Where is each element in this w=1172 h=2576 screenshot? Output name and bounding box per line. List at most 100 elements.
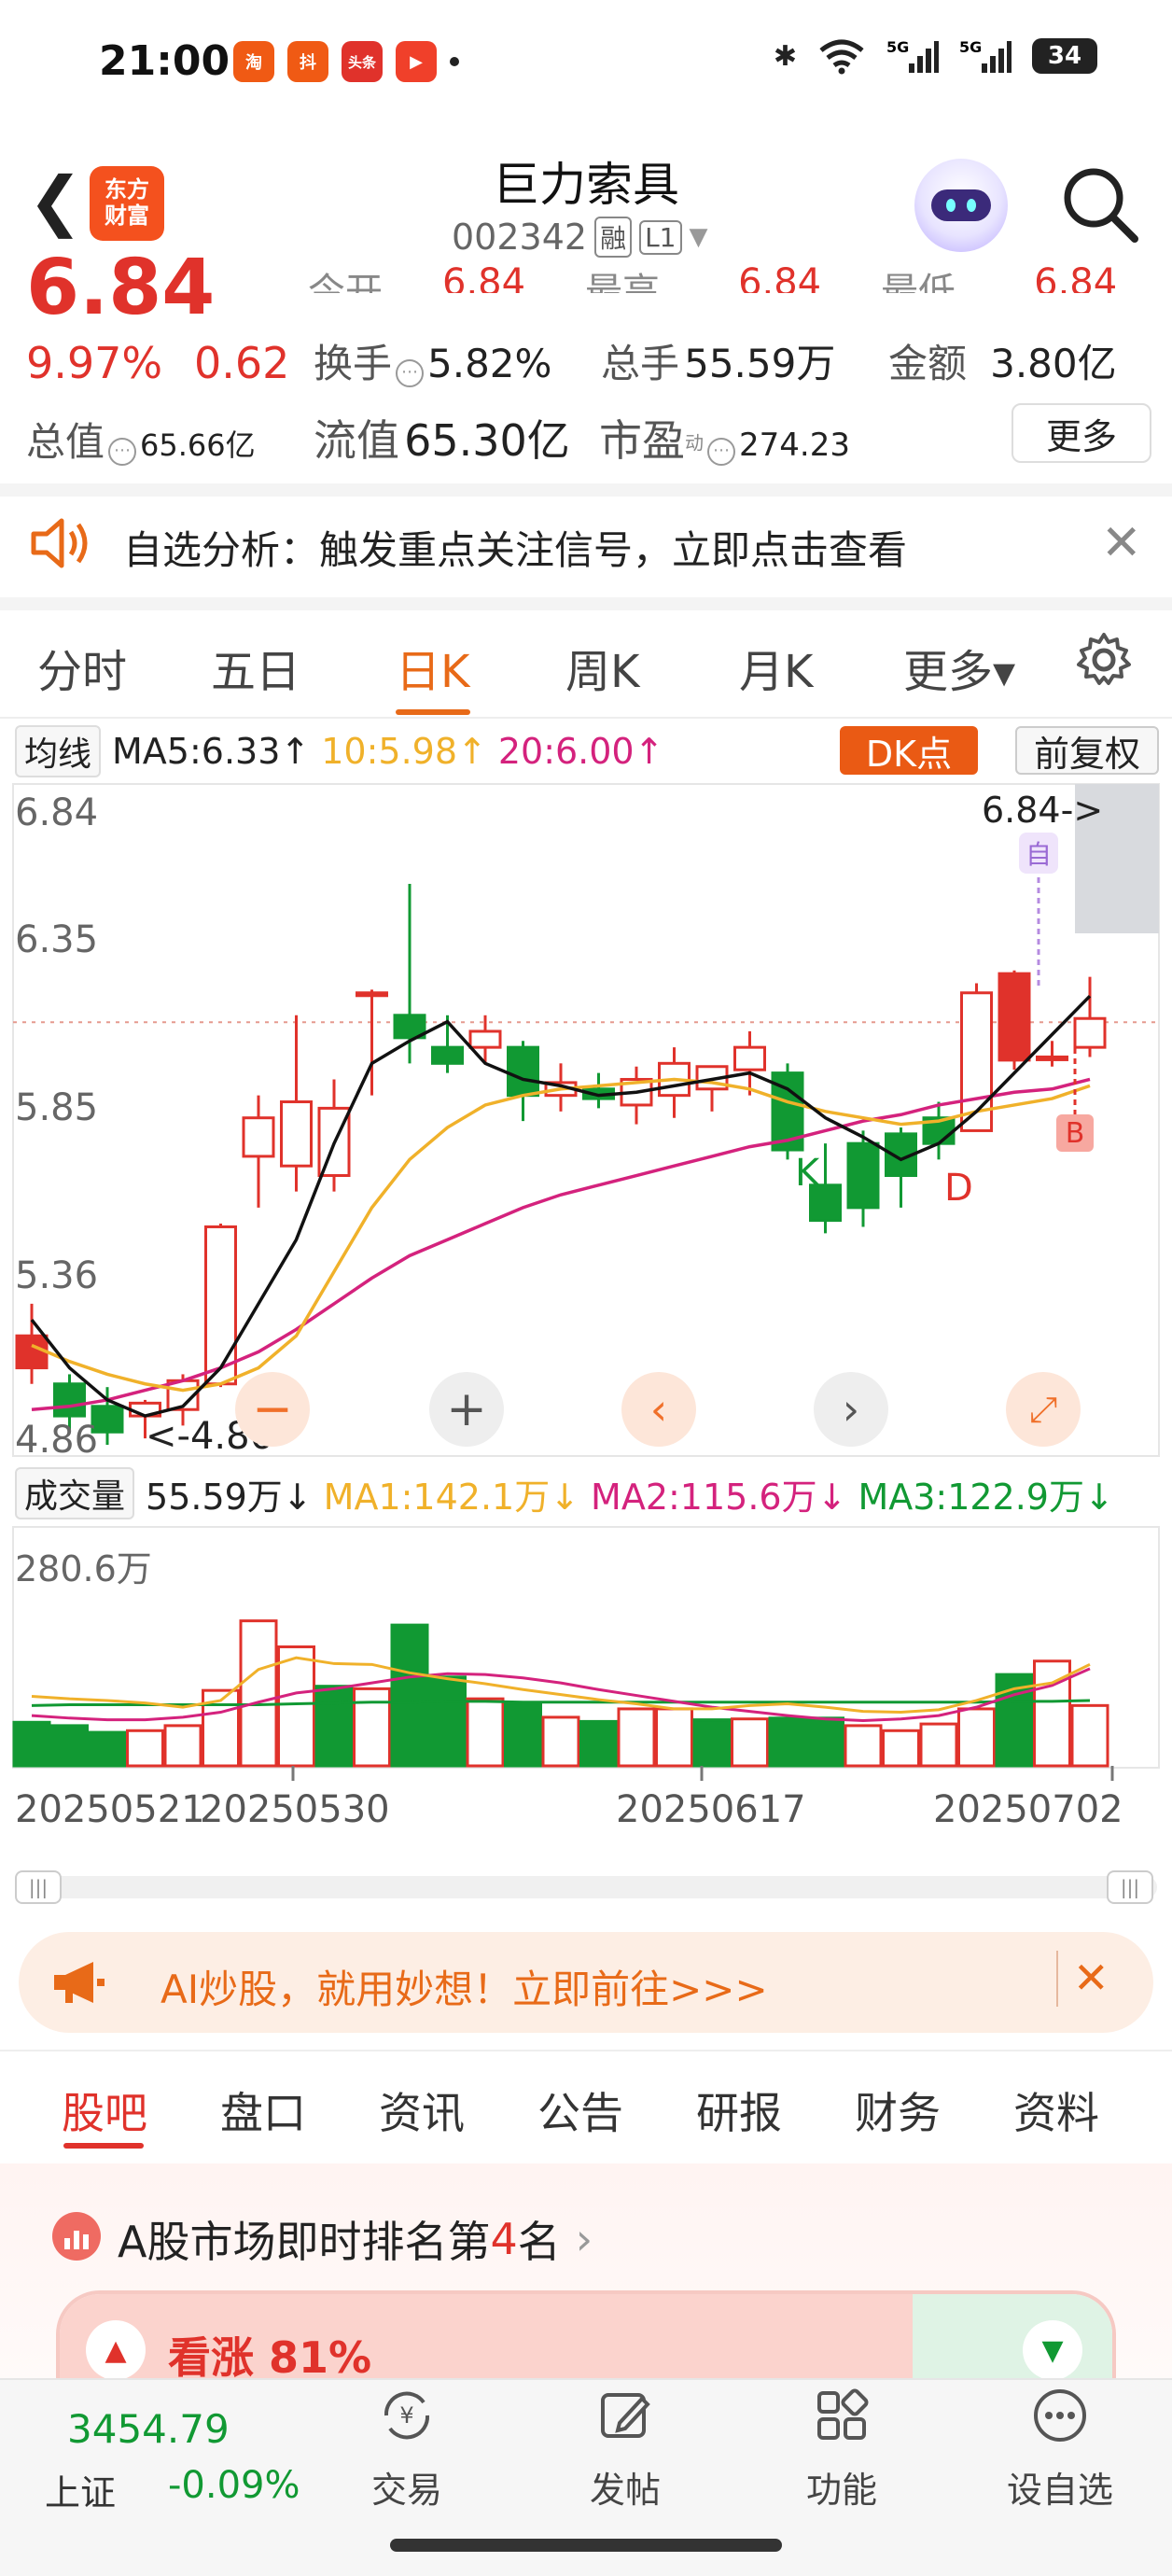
k-signal-label: K	[795, 1152, 820, 1195]
bar-chart-icon	[52, 2212, 101, 2261]
active-news-tab-indicator	[63, 2143, 144, 2149]
y-label-top: 6.84	[15, 791, 99, 834]
chevron-right-icon: ›	[575, 2214, 593, 2264]
ranking-row[interactable]: A股市场即时排名第 4 名 ›	[118, 2208, 593, 2270]
volume-bar	[126, 1729, 164, 1768]
scroll-right-button[interactable]: ›	[814, 1372, 888, 1447]
d-signal-label: D	[944, 1167, 973, 1210]
volume-bar	[579, 1719, 618, 1768]
volume-bar	[919, 1722, 958, 1768]
svg-text:¥: ¥	[399, 2402, 413, 2429]
volume-bar	[504, 1701, 542, 1768]
y-label-bottom: 4.86	[15, 1419, 99, 1462]
index-name[interactable]: 上证	[45, 2464, 116, 2515]
volume-bar	[768, 1716, 807, 1768]
date-label: 20250702	[933, 1788, 1123, 1831]
bullish-label: 看涨 81%	[168, 2332, 372, 2383]
zoom-in-button[interactable]: +	[429, 1372, 504, 1447]
home-indicator	[390, 2539, 782, 2552]
tab-announcements[interactable]: 公告	[537, 2079, 623, 2141]
volume-bar	[390, 1623, 429, 1768]
nav-post[interactable]: 发帖	[551, 2386, 700, 2513]
volume-indicator-select[interactable]: 成交量	[15, 1467, 135, 1519]
nav-functions-label: 功能	[805, 2470, 877, 2511]
tab-profile[interactable]: 资料	[1013, 2079, 1099, 2141]
zoom-out-button[interactable]: −	[235, 1372, 310, 1447]
ranking-suffix: 名	[517, 2217, 561, 2267]
tab-research[interactable]: 研报	[696, 2079, 782, 2141]
volume-bar	[541, 1715, 580, 1768]
volume-bar	[428, 1675, 467, 1768]
ranking-number: 4	[490, 2214, 518, 2264]
volume-bar	[353, 1687, 391, 1768]
divider	[0, 2050, 1172, 2051]
ma5-line	[30, 994, 1092, 1418]
bearish-arrow-icon[interactable]: ▼	[1023, 2320, 1082, 2380]
tab-financials[interactable]: 财务	[855, 2079, 941, 2141]
volume-bar	[466, 1697, 505, 1768]
tab-pankou[interactable]: 盘口	[220, 2079, 306, 2141]
nav-add-watchlist[interactable]: 设自选	[985, 2386, 1135, 2513]
volume-bar	[692, 1718, 732, 1768]
tab-news[interactable]: 资讯	[379, 2079, 465, 2141]
bullish-arrow-icon[interactable]: ▲	[86, 2320, 146, 2380]
date-label: 20250617	[616, 1788, 806, 1831]
volume-bar	[882, 1729, 920, 1768]
volume-bar	[655, 1707, 693, 1768]
nav-add-watchlist-label: 设自选	[1006, 2470, 1113, 2511]
candle-body	[204, 1225, 237, 1386]
volume-bar	[277, 1645, 315, 1768]
b-signal-marker[interactable]: B	[1056, 1114, 1094, 1152]
scroll-left-button[interactable]: ‹	[621, 1372, 696, 1447]
kline-chart[interactable]	[0, 0, 1172, 1867]
ranking-prefix: A股市场即时排名第	[118, 2217, 491, 2267]
sentiment-down-fill	[912, 2294, 1112, 2378]
date-label: 20250521	[15, 1788, 205, 1831]
index-value[interactable]: 3454.79	[67, 2406, 230, 2452]
nav-functions[interactable]: 功能	[767, 2386, 916, 2513]
megaphone-icon	[54, 1962, 105, 2003]
volume-bar	[314, 1685, 354, 1768]
volume-bar	[617, 1707, 656, 1768]
range-handle-left[interactable]: |||	[15, 1870, 62, 1904]
candle-body	[356, 991, 388, 998]
tab-guba[interactable]: 股吧	[62, 2079, 147, 2141]
vol-ma3: MA3:122.9万↓	[858, 1476, 1114, 1518]
range-handle-right[interactable]: |||	[1107, 1870, 1153, 1904]
nav-post-label: 发帖	[589, 2470, 661, 2511]
nav-trade[interactable]: ¥ 交易	[332, 2386, 481, 2513]
candle-body	[998, 972, 1031, 1062]
volume-bar	[731, 1717, 769, 1768]
candle-body	[242, 1116, 275, 1158]
self-signal-marker[interactable]: 自	[1019, 833, 1058, 874]
volume-bar	[844, 1724, 883, 1768]
max-price-label: 6.84->	[982, 790, 1104, 831]
volume-current: 55.59万↓	[146, 1476, 313, 1518]
volume-bar	[239, 1619, 278, 1768]
candle-body	[468, 1029, 502, 1049]
candle-body	[507, 1045, 539, 1098]
volume-bar	[163, 1724, 202, 1768]
candle-body	[53, 1382, 86, 1418]
candle-body	[733, 1045, 766, 1071]
yen-trade-icon: ¥	[384, 2391, 430, 2440]
fullscreen-expand-icon[interactable]: ⤢	[1006, 1372, 1081, 1447]
banner-divider	[1056, 1951, 1058, 2007]
volume-bar	[957, 1707, 996, 1768]
ai-banner-text[interactable]: AI炒股，就用妙想！立即前往>>>	[160, 1958, 768, 2015]
candle-body	[280, 1100, 313, 1168]
range-scrollbar[interactable]	[15, 1876, 1157, 1898]
date-label: 20250530	[200, 1788, 390, 1831]
volume-legend: 成交量 55.59万↓ MA1:142.1万↓ MA2:115.6万↓ MA3:…	[15, 1467, 1114, 1519]
close-icon[interactable]: ✕	[1073, 1953, 1109, 2003]
vol-ma2: MA2:115.6万↓	[591, 1476, 847, 1518]
volume-axis-max: 280.6万	[15, 1548, 152, 1589]
vol-ma1: MA1:142.1万↓	[323, 1476, 580, 1518]
candle-body	[846, 1141, 880, 1210]
y-label: 5.85	[15, 1086, 99, 1129]
candle-body	[1036, 1055, 1068, 1061]
candle-body	[431, 1045, 464, 1065]
index-change[interactable]: -0.09%	[168, 2464, 300, 2507]
edit-post-icon	[601, 2393, 650, 2438]
volume-bar	[806, 1716, 844, 1768]
